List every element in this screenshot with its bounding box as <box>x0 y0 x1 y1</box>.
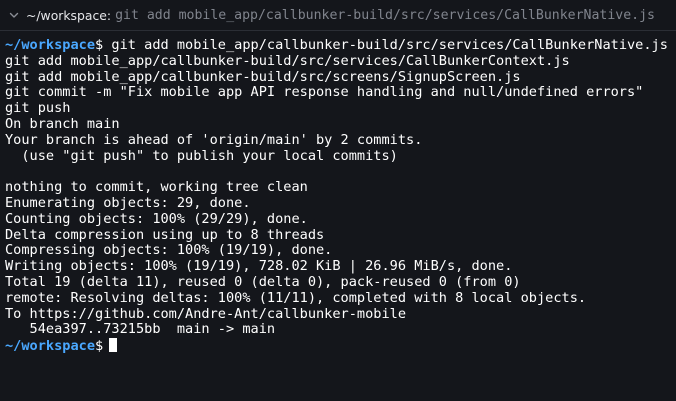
output-line: To https://github.com/Andre-Ant/callbunk… <box>5 307 673 323</box>
output-line: Enumerating objects: 29, done. <box>5 196 673 212</box>
line-text: git add mobile_app/callbunker-build/src/… <box>103 38 668 53</box>
terminal-output[interactable]: ~/workspace$ git add mobile_app/callbunk… <box>5 38 673 354</box>
tab-command: git add mobile_app/callbunker-build/src/… <box>115 7 655 23</box>
line-text: Your branch is ahead of 'origin/main' by… <box>5 132 423 148</box>
prompt-path: ~/workspace <box>5 38 96 53</box>
chevron-down-icon[interactable] <box>8 9 20 21</box>
output-line: Total 19 (delta 11), reused 0 (delta 0),… <box>5 275 673 291</box>
line-text: Writing objects: 100% (19/19), 728.02 Ki… <box>5 259 513 275</box>
prompt-line: ~/workspace$ <box>5 338 673 354</box>
line-text: Delta compression using up to 8 threads <box>5 227 325 243</box>
output-line: git add mobile_app/callbunker-build/src/… <box>5 70 673 86</box>
tab-cwd: ~/workspace: <box>26 7 112 23</box>
prompt-symbol: $ <box>95 338 104 354</box>
output-line: Compressing objects: 100% (19/19), done. <box>5 243 673 259</box>
line-text: nothing to commit, working tree clean <box>5 180 308 196</box>
line-text: git commit -m "Fix mobile app API respon… <box>5 85 644 101</box>
line-text: git push <box>5 101 71 117</box>
line-text: Counting objects: 100% (29/29), done. <box>5 211 308 227</box>
line-text: remote: Resolving deltas: 100% (11/11), … <box>5 290 587 306</box>
prompt-path: ~/workspace <box>5 338 96 354</box>
output-line: (use "git push" to publish your local co… <box>5 149 673 165</box>
output-line: Your branch is ahead of 'origin/main' by… <box>5 133 673 149</box>
line-text: Enumerating objects: 29, done. <box>5 195 251 211</box>
output-line: git commit -m "Fix mobile app API respon… <box>5 85 673 101</box>
output-line: Counting objects: 100% (29/29), done. <box>5 212 673 228</box>
output-line: 54ea397..73215bb main -> main <box>5 322 673 338</box>
output-line: Delta compression using up to 8 threads <box>5 228 673 244</box>
line-text: Total 19 (delta 11), reused 0 (delta 0),… <box>5 274 521 290</box>
line-text: Compressing objects: 100% (19/19), done. <box>5 243 333 259</box>
line-text: To https://github.com/Andre-Ant/callbunk… <box>5 306 407 322</box>
output-line: remote: Resolving deltas: 100% (11/11), … <box>5 291 673 307</box>
line-text: git add mobile_app/callbunker-build/src/… <box>5 69 521 85</box>
line-text: (use "git push" to publish your local co… <box>5 148 398 164</box>
prompt-line: ~/workspace$ git add mobile_app/callbunk… <box>5 38 673 54</box>
output-line: git push <box>5 101 673 117</box>
output-line: nothing to commit, working tree clean <box>5 180 673 196</box>
output-line: Writing objects: 100% (19/19), 728.02 Ki… <box>5 259 673 275</box>
text-cursor <box>109 338 118 353</box>
prompt-symbol: $ <box>95 38 104 53</box>
line-text: On branch main <box>5 116 120 132</box>
terminal-tab-bar[interactable]: ~/workspace: git add mobile_app/callbunk… <box>0 0 676 31</box>
line-text: 54ea397..73215bb main -> main <box>5 322 276 338</box>
line-text: git add mobile_app/callbunker-build/src/… <box>5 53 570 69</box>
output-line: git add mobile_app/callbunker-build/src/… <box>5 54 673 70</box>
output-line: On branch main <box>5 117 673 133</box>
